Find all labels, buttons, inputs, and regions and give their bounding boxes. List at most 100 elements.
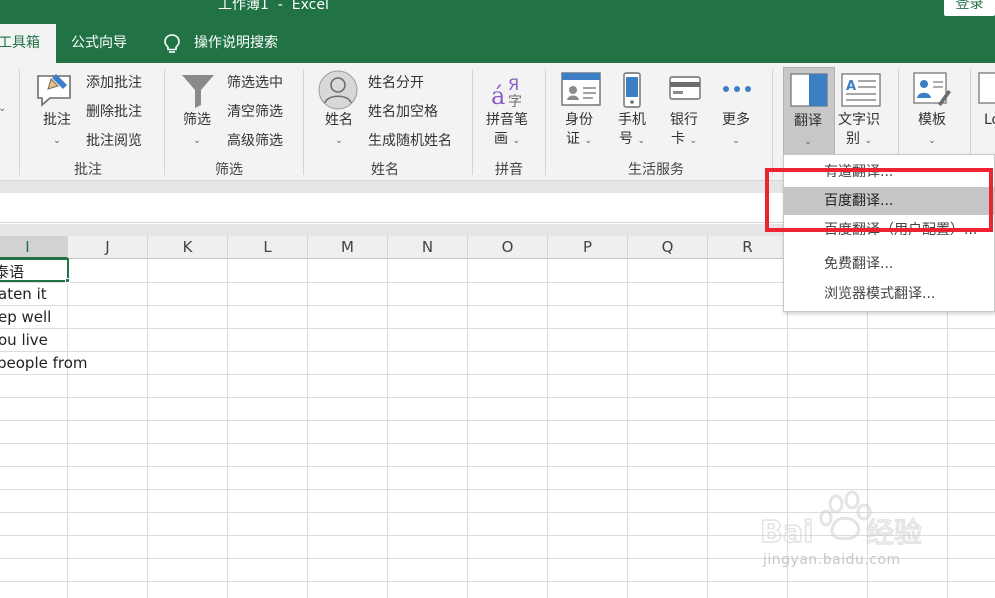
column-header-p[interactable]: P: [548, 236, 628, 259]
menu-item-browser-translate[interactable]: 浏览器模式翻译...: [784, 280, 994, 308]
group-separator: [545, 69, 546, 175]
group-separator: [164, 69, 165, 175]
bank-card-line2: 卡: [671, 131, 685, 147]
column-header-n[interactable]: N: [388, 236, 468, 259]
filter-selected-button[interactable]: 筛选选中: [227, 72, 283, 92]
template-button[interactable]: 模板 ⌄: [918, 111, 946, 151]
title-bar: 工作簿1 - Excel 登录: [0, 0, 995, 24]
grid-line: [0, 328, 995, 329]
cell-i4[interactable]: ou live: [0, 331, 48, 349]
column-header-o[interactable]: O: [468, 236, 548, 259]
bank-card-button[interactable]: 银行 卡 ⌄: [670, 111, 698, 151]
chevron-down-icon: ⌄: [53, 136, 61, 146]
comment-icon[interactable]: [34, 70, 76, 110]
column-header-k[interactable]: K: [148, 236, 228, 259]
grid-line: [0, 466, 995, 467]
chevron-down-icon: ⌄: [732, 136, 740, 146]
lightbulb-icon: [164, 34, 180, 53]
column-header-l[interactable]: L: [228, 236, 308, 259]
comment-button[interactable]: 批注 ⌄: [43, 111, 71, 151]
id-card-line2: 证: [566, 131, 580, 147]
partial-ribbon-button[interactable]: Lo: [984, 111, 995, 130]
id-card-button[interactable]: 身份 证 ⌄: [565, 111, 593, 151]
partial-document-icon: [978, 72, 995, 104]
chevron-down-icon: ⌄: [689, 136, 697, 146]
filter-button[interactable]: 筛选 ⌄: [183, 111, 211, 151]
text-recognition-icon[interactable]: A: [841, 73, 881, 107]
group-label-filter: 筛选: [215, 162, 243, 178]
cell-i2[interactable]: aten it: [0, 285, 47, 303]
group-label-pinyin: 拼音: [495, 162, 523, 178]
translate-button-label: 翻译 ⌄: [794, 112, 822, 152]
cell-i5[interactable]: people from: [0, 354, 88, 372]
text-recognition-line2: 别: [846, 131, 860, 147]
column-header-j[interactable]: J: [68, 236, 148, 259]
menu-item-free-translate[interactable]: 免费翻译...: [784, 250, 994, 278]
group-label-name: 姓名: [371, 162, 399, 178]
login-button[interactable]: 登录: [944, 0, 995, 16]
column-header-q[interactable]: Q: [628, 236, 708, 259]
ribbon-tab-row: 工具箱 公式向导 操作说明搜索: [0, 24, 995, 63]
chevron-down-icon: ⌄: [335, 136, 343, 146]
phone-number-line1: 手机: [618, 112, 646, 128]
chevron-down-icon: ⌄: [512, 136, 520, 146]
bank-card-line1: 银行: [670, 112, 698, 128]
random-name-button[interactable]: 生成随机姓名: [368, 130, 452, 150]
more-dots-icon[interactable]: [722, 85, 752, 93]
person-avatar-icon[interactable]: [318, 70, 358, 110]
name-add-space-button[interactable]: 姓名加空格: [368, 101, 438, 121]
more-button[interactable]: 更多 ⌄: [722, 111, 750, 151]
pinyin-icon[interactable]: á Я 字: [490, 70, 528, 110]
template-icon[interactable]: [913, 72, 953, 108]
translate-icon: [790, 73, 828, 107]
group-separator: [472, 69, 473, 175]
chevron-down-icon: ⌄: [0, 103, 7, 114]
grid-line: [307, 259, 308, 598]
id-card-line1: 身份: [565, 112, 593, 128]
filter-button-label: 筛选: [183, 112, 211, 128]
grid-line: [227, 259, 228, 598]
phone-number-line2: 号: [619, 131, 633, 147]
highlight-annotation-box: [765, 168, 993, 232]
baidu-paw-logo: Bai 经验: [759, 490, 923, 551]
name-button[interactable]: 姓名 ⌄: [325, 111, 353, 151]
text-recognition-button[interactable]: 文字识 别 ⌄: [838, 111, 880, 151]
advanced-filter-button[interactable]: 高级筛选: [227, 130, 283, 150]
svg-text:字: 字: [508, 94, 522, 110]
grid-line: [67, 259, 68, 598]
delete-comment-button[interactable]: 删除批注: [86, 101, 142, 121]
group-label-comment: 批注: [74, 162, 102, 178]
group-separator: [19, 69, 20, 175]
grid-line: [467, 259, 468, 598]
fill-handle[interactable]: [65, 278, 70, 283]
add-comment-button[interactable]: 添加批注: [86, 72, 142, 92]
clear-filter-button[interactable]: 清空筛选: [227, 101, 283, 121]
tab-toolbox[interactable]: 工具箱: [0, 24, 56, 63]
chevron-down-icon: ⌄: [584, 136, 592, 146]
column-header-r[interactable]: R: [708, 236, 788, 259]
chevron-down-icon: ⌄: [804, 137, 812, 147]
cell-i3[interactable]: ep well: [0, 308, 51, 326]
tab-formula-wizard[interactable]: 公式向导: [71, 24, 127, 63]
grid-line: [0, 351, 995, 352]
phone-number-button[interactable]: 手机 号 ⌄: [618, 111, 646, 151]
pinyin-stroke-button[interactable]: 拼音笔 画 ⌄: [486, 111, 528, 151]
split-name-button[interactable]: 姓名分开: [368, 72, 424, 92]
id-card-icon[interactable]: [561, 72, 601, 106]
grid-line: [0, 374, 995, 375]
mobile-phone-icon[interactable]: [622, 72, 642, 108]
browse-comments-button[interactable]: 批注阅览: [86, 130, 142, 150]
svg-text:á: á: [491, 82, 505, 110]
column-header-i[interactable]: I: [0, 236, 68, 259]
svg-text:Bai: Bai: [760, 515, 813, 550]
filter-funnel-icon[interactable]: [180, 72, 216, 110]
column-header-m[interactable]: M: [308, 236, 388, 259]
grid-line: [627, 259, 628, 598]
grid-line: [147, 259, 148, 598]
grid-line: [387, 259, 388, 598]
tell-me-search[interactable]: 操作说明搜索: [194, 24, 278, 63]
bank-card-icon[interactable]: [669, 76, 701, 100]
grid-line: [547, 259, 548, 598]
translate-button[interactable]: 翻译 ⌄: [783, 67, 835, 155]
pinyin-stroke-line1: 拼音笔: [486, 112, 528, 128]
